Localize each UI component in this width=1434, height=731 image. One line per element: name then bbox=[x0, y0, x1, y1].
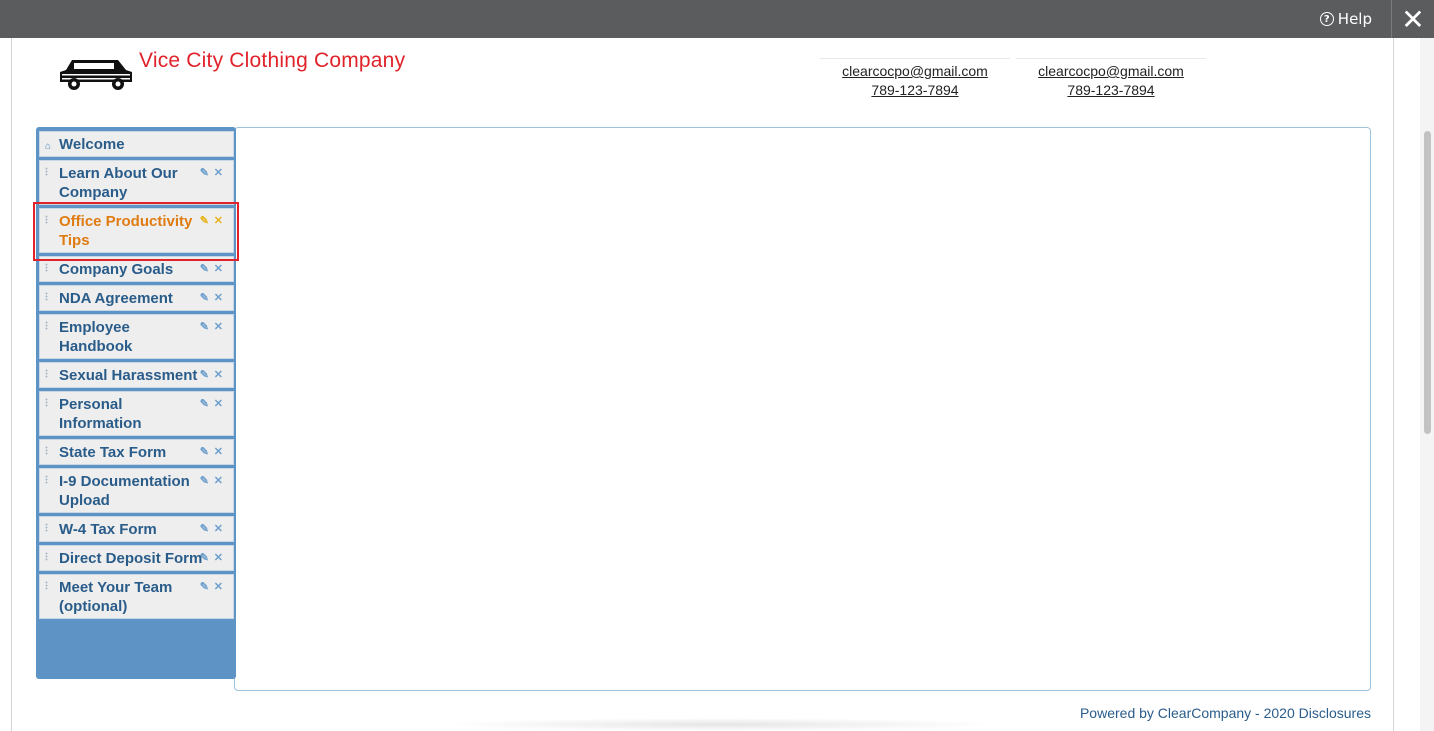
nav-item-employee-handbook[interactable]: Employee Handbook ✎ ✕ bbox=[39, 314, 234, 359]
pencil-icon[interactable]: ✎ bbox=[200, 549, 209, 568]
nav-item-meet-your-team[interactable]: Meet Your Team (optional) ✎ ✕ bbox=[39, 574, 234, 619]
nav-item-w4-tax-form[interactable]: W-4 Tax Form ✎ ✕ bbox=[39, 516, 234, 542]
help-button[interactable]: ? Help bbox=[1319, 0, 1372, 38]
content-panel bbox=[234, 127, 1371, 691]
nav-item-label: Welcome bbox=[59, 136, 125, 153]
nav-item-state-tax-form[interactable]: State Tax Form ✎ ✕ bbox=[39, 439, 234, 465]
nav-item-sexual-harassment[interactable]: Sexual Harassment ✎ ✕ bbox=[39, 362, 234, 388]
contact-email[interactable]: clearcocpo@gmail.com bbox=[820, 62, 1010, 81]
drag-handle-icon[interactable] bbox=[45, 552, 48, 561]
contact-phone[interactable]: 789-123-7894 bbox=[820, 81, 1010, 100]
nav-item-direct-deposit-form[interactable]: Direct Deposit Form ✎ ✕ bbox=[39, 545, 234, 571]
contact-card-2: clearcocpo@gmail.com 789-123-7894 bbox=[1016, 58, 1206, 100]
drag-handle-icon[interactable] bbox=[45, 215, 48, 224]
pencil-icon[interactable]: ✎ bbox=[200, 472, 209, 491]
nav-item-label: W-4 Tax Form bbox=[59, 521, 157, 538]
drag-handle-icon[interactable] bbox=[45, 523, 48, 532]
nav-item-label: Employee Handbook bbox=[59, 319, 133, 355]
nav-item-label: Office Productivity Tips bbox=[59, 213, 193, 249]
nav-item-office-productivity-tips[interactable]: Office Productivity Tips ✎ ✕ bbox=[39, 208, 234, 253]
scroll-thumb[interactable] bbox=[1424, 131, 1431, 434]
nav-item-label: Direct Deposit Form bbox=[59, 550, 203, 567]
drag-handle-icon[interactable] bbox=[45, 263, 48, 272]
help-label: Help bbox=[1337, 10, 1372, 28]
pencil-icon[interactable]: ✎ bbox=[200, 578, 209, 597]
nav-item-label: Company Goals bbox=[59, 261, 174, 278]
pencil-icon[interactable]: ✎ bbox=[200, 260, 209, 279]
drag-handle-icon[interactable] bbox=[45, 581, 48, 590]
nav-item-label: Personal Information bbox=[59, 396, 142, 432]
nav-item-welcome[interactable]: ⌂ Welcome bbox=[39, 131, 234, 157]
pencil-icon[interactable]: ✎ bbox=[200, 164, 209, 183]
bottom-shadow bbox=[440, 718, 1000, 731]
delete-icon[interactable]: ✕ bbox=[214, 212, 223, 231]
disclosures-link[interactable]: Disclosures bbox=[1299, 705, 1371, 721]
nav-item-personal-information[interactable]: Personal Information ✎ ✕ bbox=[39, 391, 234, 436]
scrollbar[interactable] bbox=[1420, 38, 1434, 731]
company-name: Vice City Clothing Company bbox=[139, 49, 406, 72]
delete-icon[interactable]: ✕ bbox=[214, 318, 223, 337]
pencil-icon[interactable]: ✎ bbox=[200, 520, 209, 539]
pencil-icon[interactable]: ✎ bbox=[200, 443, 209, 462]
pencil-icon[interactable]: ✎ bbox=[200, 366, 209, 385]
pencil-icon[interactable]: ✎ bbox=[200, 395, 209, 414]
contact-phone[interactable]: 789-123-7894 bbox=[1016, 81, 1206, 100]
nav-item-i9-documentation-upload[interactable]: I-9 Documentation Upload ✎ ✕ bbox=[39, 468, 234, 513]
drag-handle-icon[interactable] bbox=[45, 398, 48, 407]
drag-handle-icon[interactable] bbox=[45, 321, 48, 330]
contact-email[interactable]: clearcocpo@gmail.com bbox=[1016, 62, 1206, 81]
delete-icon[interactable]: ✕ bbox=[214, 260, 223, 279]
nav-item-nda-agreement[interactable]: NDA Agreement ✎ ✕ bbox=[39, 285, 234, 311]
delete-icon[interactable]: ✕ bbox=[214, 578, 223, 597]
delete-icon[interactable]: ✕ bbox=[214, 366, 223, 385]
nav-item-learn-about-our-company[interactable]: Learn About Our Company ✎ ✕ bbox=[39, 160, 234, 205]
drag-handle-icon[interactable] bbox=[45, 167, 48, 176]
pencil-icon[interactable]: ✎ bbox=[200, 318, 209, 337]
powered-by-text: Powered by ClearCompany - 2020 bbox=[1079, 705, 1295, 721]
close-button[interactable]: ✕ bbox=[1391, 0, 1434, 38]
top-bar: ? Help ✕ bbox=[0, 0, 1434, 38]
nav-item-company-goals[interactable]: Company Goals ✎ ✕ bbox=[39, 256, 234, 282]
pencil-icon[interactable]: ✎ bbox=[200, 212, 209, 231]
drag-handle-icon[interactable] bbox=[45, 292, 48, 301]
delete-icon[interactable]: ✕ bbox=[214, 472, 223, 491]
close-icon: ✕ bbox=[1401, 2, 1425, 36]
home-icon: ⌂ bbox=[45, 141, 52, 152]
nav-item-label: NDA Agreement bbox=[59, 290, 173, 307]
delete-icon[interactable]: ✕ bbox=[214, 395, 223, 414]
footer: Powered by ClearCompany - 2020 Disclosur… bbox=[1080, 705, 1371, 721]
nav-item-label: Learn About Our Company bbox=[59, 165, 178, 201]
delete-icon[interactable]: ✕ bbox=[214, 549, 223, 568]
pencil-icon[interactable]: ✎ bbox=[200, 289, 209, 308]
nav-item-label: Meet Your Team (optional) bbox=[59, 579, 173, 615]
nav-item-label: Sexual Harassment bbox=[59, 367, 198, 384]
question-circle-icon: ? bbox=[1319, 12, 1334, 26]
onboarding-nav: ⌂ Welcome Learn About Our Company ✎ ✕ Of… bbox=[36, 127, 236, 679]
car-logo-icon bbox=[60, 60, 132, 90]
nav-item-label: State Tax Form bbox=[59, 444, 167, 461]
drag-handle-icon[interactable] bbox=[45, 369, 48, 378]
delete-icon[interactable]: ✕ bbox=[214, 289, 223, 308]
delete-icon[interactable]: ✕ bbox=[214, 164, 223, 183]
contact-card-1: clearcocpo@gmail.com 789-123-7894 bbox=[820, 58, 1010, 100]
drag-handle-icon[interactable] bbox=[45, 446, 48, 455]
nav-item-label: I-9 Documentation Upload bbox=[59, 473, 190, 509]
delete-icon[interactable]: ✕ bbox=[214, 520, 223, 539]
drag-handle-icon[interactable] bbox=[45, 475, 48, 484]
delete-icon[interactable]: ✕ bbox=[214, 443, 223, 462]
